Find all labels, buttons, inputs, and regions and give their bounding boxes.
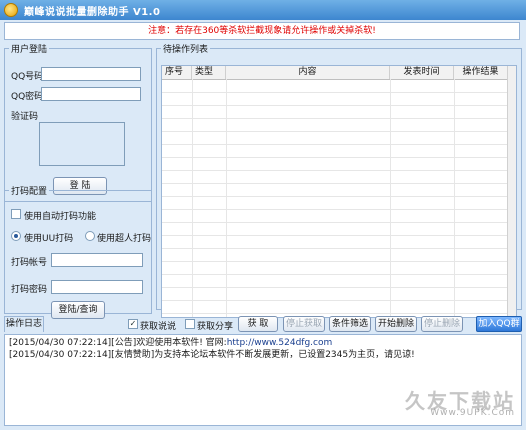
uu-captcha-radio[interactable]	[11, 231, 21, 241]
column-header-post-time[interactable]: 发表时间	[390, 66, 454, 79]
table-row	[162, 144, 508, 145]
table-vertical-scrollbar[interactable]	[507, 66, 516, 317]
table-row	[162, 261, 508, 262]
fetch-share-label[interactable]: 获取分享	[197, 319, 233, 332]
uu-captcha-label[interactable]: 使用UU打码	[24, 231, 73, 244]
task-list-group: 待操作列表 序号 类型 内容 发表时间 操作结果	[156, 42, 522, 318]
table-header: 序号 类型 内容 发表时间 操作结果	[162, 66, 508, 80]
qq-password-label: QQ密码	[11, 92, 44, 102]
super-captcha-label[interactable]: 使用超人打码	[97, 231, 151, 244]
stop-fetch-button[interactable]: 停止获取	[283, 316, 325, 332]
table-row	[162, 105, 508, 106]
column-header-index[interactable]: 序号	[162, 66, 192, 79]
log-line-text: [2015/04/30 07:22:14][友情赞助]为支持本论坛本软件不断发展…	[9, 350, 415, 360]
column-header-result[interactable]: 操作结果	[454, 66, 508, 79]
official-site-link[interactable]: http://www.524dfg.com	[227, 338, 333, 348]
task-table[interactable]: 序号 类型 内容 发表时间 操作结果	[161, 65, 517, 318]
fetch-shuoshuo-checkbox[interactable]: ✓	[128, 319, 138, 329]
task-list-title: 待操作列表	[163, 45, 209, 55]
log-line-text: [2015/04/30 07:22:14][公告]欢迎使用本软件! 官网:	[9, 338, 227, 348]
column-divider	[192, 79, 193, 317]
table-row	[162, 235, 508, 236]
log-toolbar: 操作日志 ✓ 获取说说 获取分享 获 取 停止获取 条件筛选 开始删除 停止删除…	[4, 314, 522, 334]
column-divider	[454, 79, 455, 317]
table-row	[162, 300, 508, 301]
notice-banner: 注意：若存在360等杀软拦截现象请允许操作或关掉杀软!	[4, 22, 520, 40]
table-row	[162, 222, 508, 223]
log-line: [2015/04/30 07:22:14][友情赞助]为支持本论坛本软件不断发展…	[9, 349, 517, 361]
captcha-service-title: 打码配置	[11, 187, 48, 197]
super-captcha-radio[interactable]	[85, 231, 95, 241]
tab-operation-log[interactable]: 操作日志	[4, 316, 44, 332]
fetch-button[interactable]: 获 取	[238, 316, 278, 332]
table-row	[162, 196, 508, 197]
login-group: 用户登陆 QQ号码 QQ密码 验证码 登 陆	[4, 42, 152, 202]
log-line: [2015/04/30 07:22:14][公告]欢迎使用本软件! 官网:htt…	[9, 337, 517, 349]
captcha-image[interactable]	[39, 122, 125, 166]
table-row	[162, 209, 508, 210]
client-area: 注意：若存在360等杀软拦截现象请允许操作或关掉杀软! 用户登陆 QQ号码 QQ…	[0, 20, 526, 430]
table-row	[162, 92, 508, 93]
watermark: 久友下载站 Www.9UPK.Com	[405, 389, 515, 419]
auto-captcha-label[interactable]: 使用自动打码功能	[24, 209, 96, 222]
title-bar[interactable]: 巅峰说说批量删除助手 V1.0	[0, 0, 526, 20]
auto-captcha-checkbox[interactable]	[11, 209, 21, 219]
table-row	[162, 131, 508, 132]
fetch-share-checkbox[interactable]	[185, 319, 195, 329]
qq-password-input[interactable]	[41, 87, 141, 101]
operation-log[interactable]: [2015/04/30 07:22:14][公告]欢迎使用本软件! 官网:htt…	[4, 334, 522, 426]
login-group-title: 用户登陆	[11, 45, 48, 55]
captcha-label: 验证码	[11, 112, 39, 122]
captcha-account-label: 打码帐号	[11, 258, 48, 268]
start-delete-button[interactable]: 开始删除	[375, 316, 417, 332]
captcha-account-input[interactable]	[51, 253, 143, 267]
column-divider	[226, 79, 227, 317]
captcha-password-label: 打码密码	[11, 285, 48, 295]
column-header-type[interactable]: 类型	[192, 66, 226, 79]
column-header-content[interactable]: 内容	[226, 66, 390, 79]
table-row	[162, 248, 508, 249]
table-row	[162, 157, 508, 158]
fetch-shuoshuo-label[interactable]: 获取说说	[140, 319, 176, 332]
table-row	[162, 118, 508, 119]
table-row	[162, 170, 508, 171]
join-qq-group-button[interactable]: 加入QQ群	[476, 316, 522, 332]
qq-number-input[interactable]	[41, 67, 141, 81]
filter-button[interactable]: 条件筛选	[329, 316, 371, 332]
app-icon	[4, 3, 18, 17]
qq-number-label: QQ号码	[11, 72, 44, 82]
captcha-password-input[interactable]	[51, 280, 143, 294]
table-row	[162, 183, 508, 184]
watermark-text: 久友下载站	[405, 389, 515, 413]
stop-delete-button[interactable]: 停止删除	[421, 316, 463, 332]
table-row	[162, 287, 508, 288]
captcha-service-group: 打码配置 使用自动打码功能 使用UU打码 使用超人打码 打码帐号 打码密码 登陆…	[4, 184, 152, 319]
column-divider	[390, 79, 391, 317]
window-title: 巅峰说说批量删除助手 V1.0	[24, 7, 161, 18]
table-row	[162, 274, 508, 275]
